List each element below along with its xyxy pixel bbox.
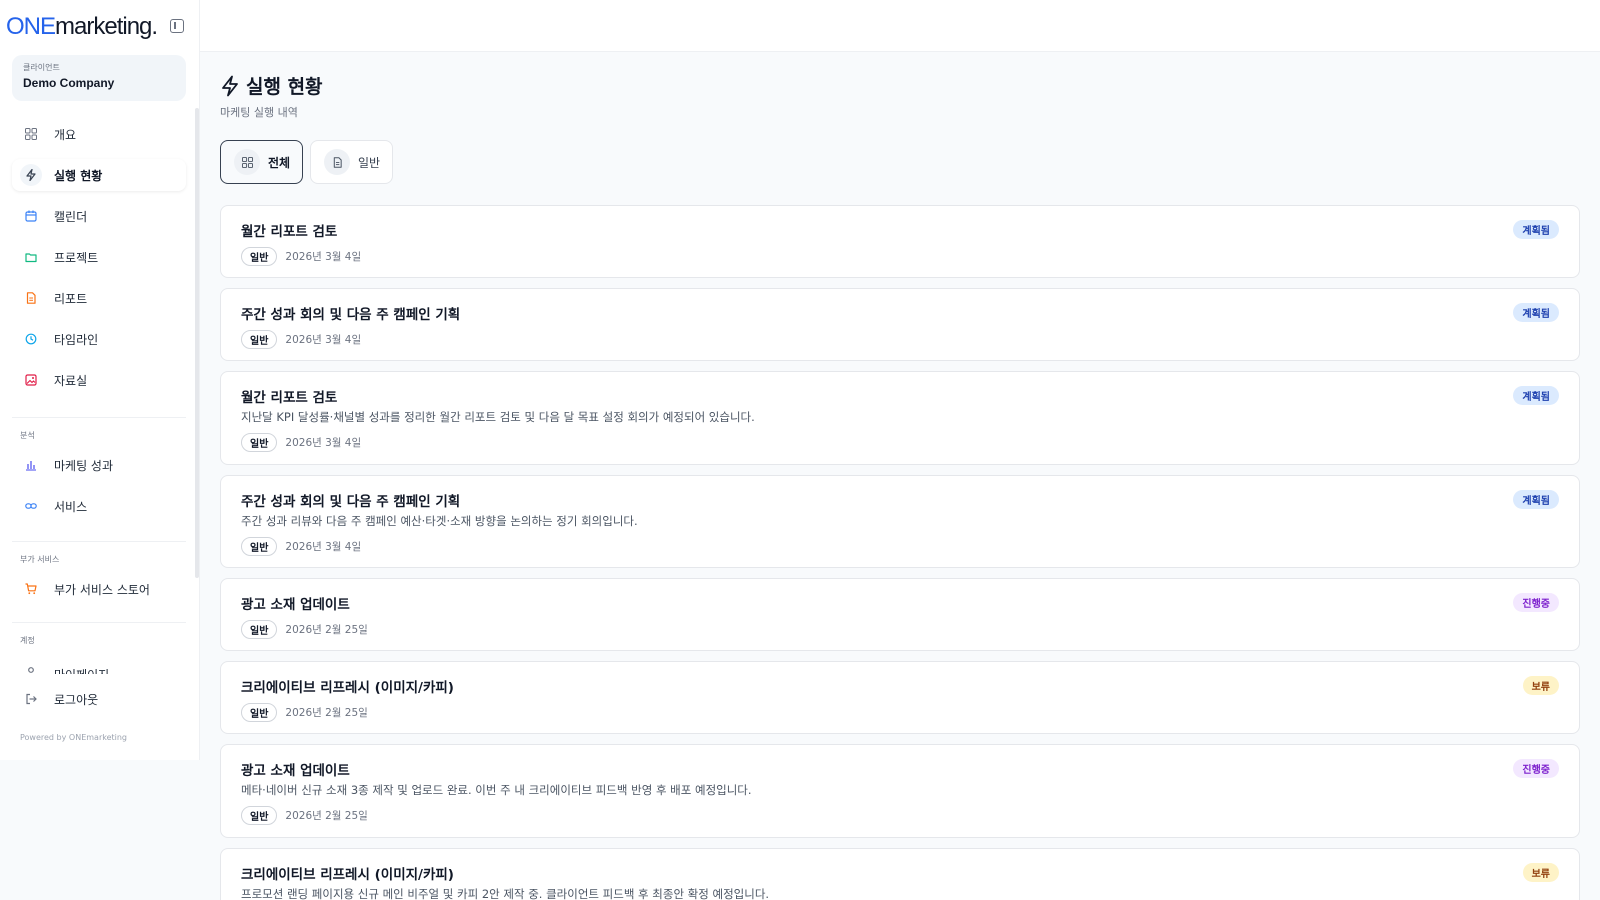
client-label: 클라이언트 [23,63,60,72]
history-icon [20,328,42,350]
category-tag: 일반 [241,330,278,349]
execution-card[interactable]: 주간 성과 회의 및 다음 주 캠페인 기획 일반 2026년 3월 4일 계획… [220,288,1580,361]
sidebar-item-timeline[interactable]: 타임라인 [12,323,186,355]
card-meta: 일반 2026년 2월 25일 [241,806,368,825]
cart-icon [20,578,42,600]
card-date: 2026년 2월 25일 [285,810,368,822]
document-icon [20,287,42,309]
status-badge: 계획됨 [1513,386,1559,405]
sidebar-item-logout[interactable]: 로그아웃 [12,683,186,715]
sidebar-item-addon-store[interactable]: 부가 서비스 스토어 [12,573,186,605]
page-title: 실행 현황 [246,76,323,98]
card-date: 2026년 2월 25일 [285,624,368,636]
bolt-icon [222,75,238,96]
card-description: 메타·네이버 신규 소재 3종 제작 및 업로드 완료. 이번 주 내 크리에이… [241,783,752,797]
status-badge: 계획됨 [1513,220,1559,239]
status-badge: 보류 [1522,676,1559,695]
powered-by: Powered by ONEmarketing [20,733,128,742]
section-label-analytics: 분석 [20,431,35,440]
sidebar-item-execution[interactable]: 실행 현황 [12,159,186,191]
sidebar-item-mypage[interactable]: 마이페이지 [12,658,186,674]
card-title: 월간 리포트 검토 [241,390,338,406]
category-tag: 일반 [241,537,278,556]
category-tag: 일반 [241,433,278,452]
logo[interactable]: ONEmarketing. [6,13,158,41]
category-tag: 일반 [241,620,278,639]
divider [12,417,186,418]
link-icon [20,495,42,517]
sidebar-item-report[interactable]: 리포트 [12,282,186,314]
card-description: 지난달 KPI 달성률·채널별 성과를 정리한 월간 리포트 검토 및 다음 달… [241,410,755,424]
sidebar-item-overview[interactable]: 개요 [12,118,186,150]
execution-card[interactable]: 광고 소재 업데이트 메타·네이버 신규 소재 3종 제작 및 업로드 완료. … [220,744,1580,838]
card-date: 2026년 2월 25일 [285,707,368,719]
execution-card[interactable]: 주간 성과 회의 및 다음 주 캠페인 기획 주간 성과 리뷰와 다음 주 캠페… [220,475,1580,568]
folder-icon [20,246,42,268]
card-date: 2026년 3월 4일 [285,437,362,449]
card-description: 프로모션 랜딩 페이지용 신규 메인 비주얼 및 카피 2안 제작 중. 클라이… [241,887,770,900]
execution-card[interactable]: 광고 소재 업데이트 일반 2026년 2월 25일 진행중 [220,578,1580,651]
card-title: 주간 성과 회의 및 다음 주 캠페인 기획 [241,307,461,323]
divider [12,541,186,542]
sidebar-item-marketing-performance[interactable]: 마케팅 성과 [12,449,186,481]
image-icon [20,369,42,391]
card-title: 광고 소재 업데이트 [241,597,350,613]
sidebar-collapse-icon[interactable] [170,19,184,33]
calendar-icon [20,205,42,227]
card-title: 주간 성과 회의 및 다음 주 캠페인 기획 [241,494,461,510]
card-meta: 일반 2026년 2월 25일 [241,703,368,722]
card-title: 크리에이티브 리프레시 (이미지/카피) [241,680,454,696]
status-badge: 진행중 [1513,759,1559,778]
category-tag: 일반 [241,806,278,825]
category-tag: 일반 [241,703,278,722]
sidebar-item-calendar[interactable]: 캘린더 [12,200,186,232]
status-badge: 보류 [1522,863,1559,882]
card-meta: 일반 2026년 3월 4일 [241,330,361,349]
card-title: 월간 리포트 검토 [241,224,338,240]
card-title: 크리에이티브 리프레시 (이미지/카피) [241,867,454,883]
sidebar-item-service[interactable]: 서비스 [12,490,186,522]
client-name: Demo Company [23,76,115,90]
card-date: 2026년 3월 4일 [285,334,362,346]
logo-row: ONEmarketing. [6,12,196,42]
card-meta: 일반 2026년 3월 4일 [241,537,361,556]
client-selector[interactable]: 클라이언트 Demo Company [12,55,186,101]
card-title: 광고 소재 업데이트 [241,763,350,779]
card-meta: 일반 2026년 3월 4일 [241,433,361,452]
card-meta: 일반 2026년 3월 4일 [241,247,361,266]
card-description: 주간 성과 리뷰와 다음 주 캠페인 예산·타겟·소재 방향을 논의하는 정기 … [241,514,638,528]
execution-card[interactable]: 월간 리포트 검토 일반 2026년 3월 4일 계획됨 [220,205,1580,278]
section-label-account: 계정 [20,636,35,645]
document-icon [324,149,350,175]
sidebar: ONEmarketing. 클라이언트 Demo Company 개요 실행 현… [0,0,200,760]
category-tag: 일반 [241,247,278,266]
status-badge: 계획됨 [1513,303,1559,322]
execution-card[interactable]: 크리에이티브 리프레시 (이미지/카피) 프로모션 랜딩 페이지용 신규 메인 … [220,848,1580,900]
grid-icon [20,123,42,145]
section-label-addons: 부가 서비스 [20,555,60,564]
card-date: 2026년 3월 4일 [285,251,362,263]
tab-all[interactable]: 전체 [220,140,303,184]
bolt-icon [20,164,42,186]
tab-general[interactable]: 일반 [310,140,393,184]
card-meta: 일반 2026년 2월 25일 [241,620,368,639]
execution-card[interactable]: 월간 리포트 검토 지난달 KPI 달성률·채널별 성과를 정리한 월간 리포트… [220,371,1580,465]
page-subtitle: 마케팅 실행 내역 [220,106,298,119]
sidebar-item-project[interactable]: 프로젝트 [12,241,186,273]
execution-card[interactable]: 크리에이티브 리프레시 (이미지/카피) 일반 2026년 2월 25일 보류 [220,661,1580,734]
bar-chart-icon [20,454,42,476]
status-badge: 진행중 [1513,593,1559,612]
divider [12,622,186,623]
page-heading: 실행 현황 [220,72,323,99]
logout-icon [20,688,42,710]
top-bar [200,0,1600,52]
card-date: 2026년 3월 4일 [285,541,362,553]
status-badge: 계획됨 [1513,490,1559,509]
user-icon [20,661,42,674]
sidebar-item-library[interactable]: 자료실 [12,364,186,396]
sidebar-scrollbar[interactable] [195,108,199,578]
grid-icon [234,149,260,175]
